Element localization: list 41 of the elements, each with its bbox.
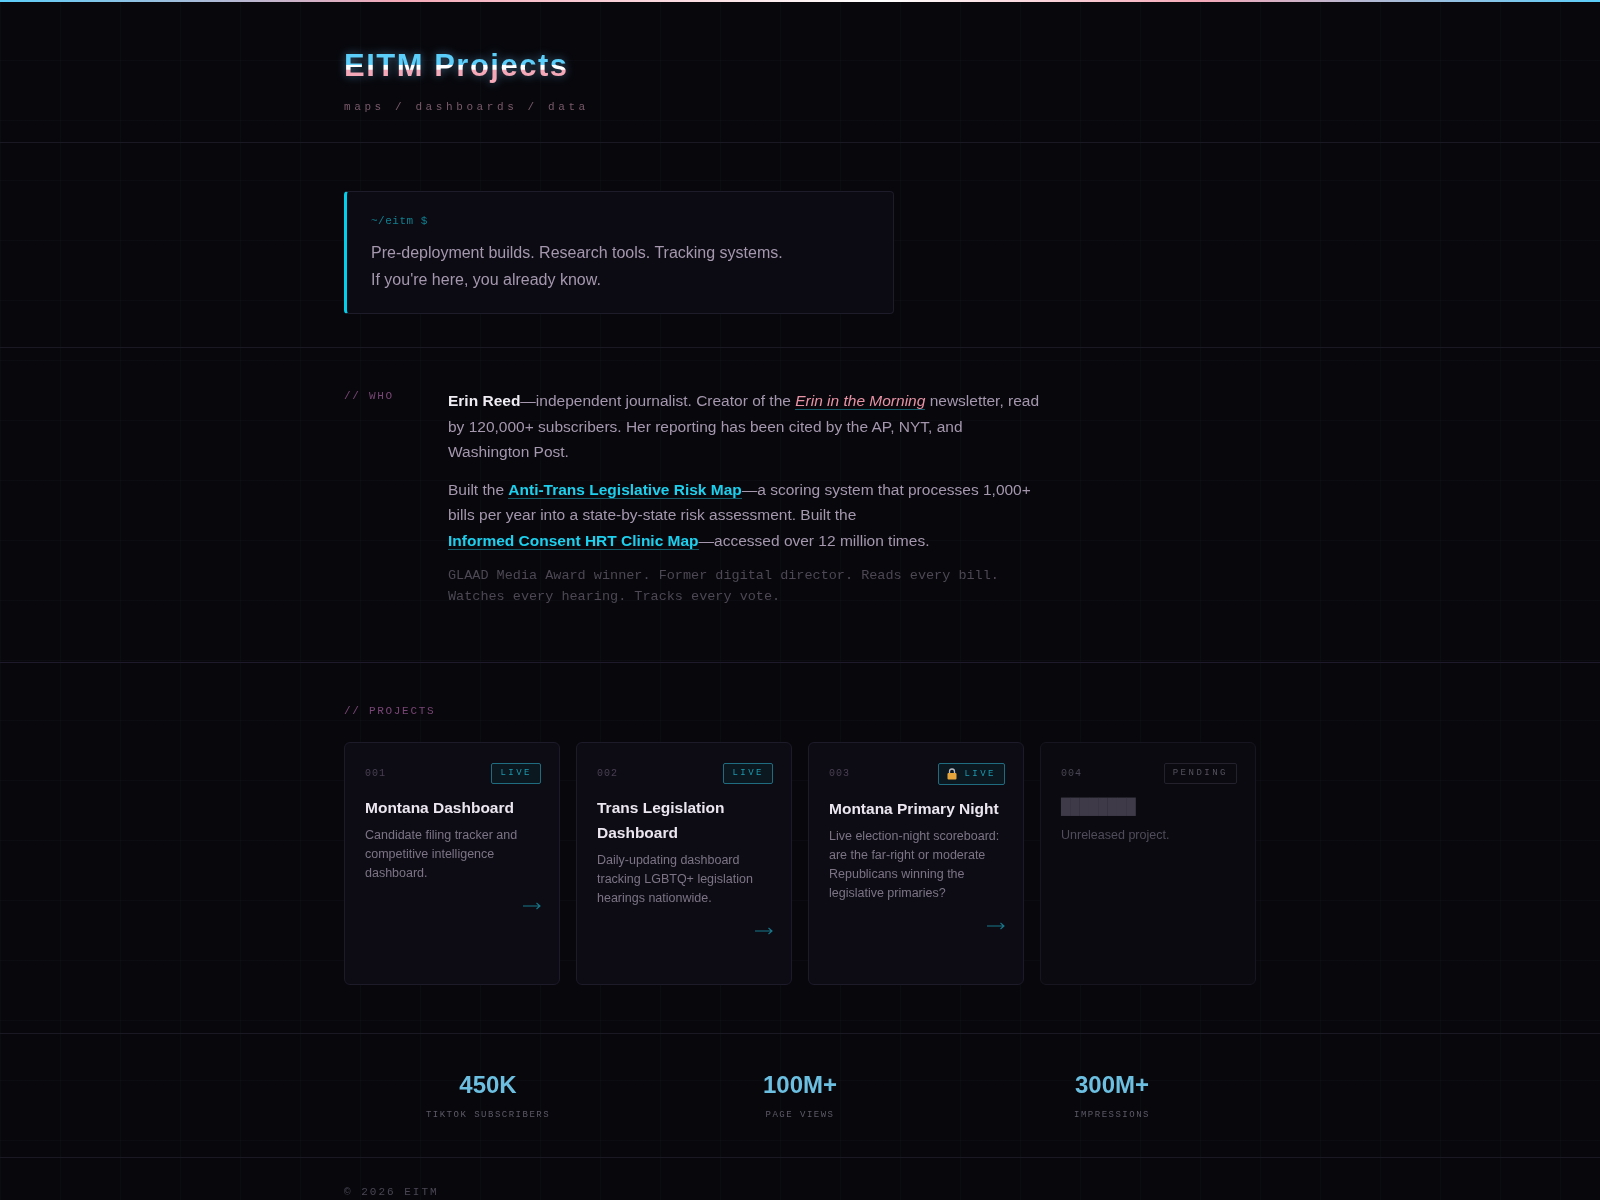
project-number: 004 [1061, 766, 1082, 781]
copyright-text: © 2026 EITM [344, 1185, 439, 1200]
bio-paragraph: Built the Anti-Trans Legislative Risk Map—a scoring system that processes 1,000+ bills per year into a state-by-state risk assessment. Built the Informed Consent HRT Clinic Map—accessed over 12 million times. [448, 479, 1032, 552]
project-description: Candidate filing tracker and competitive intelligence dashboard. [365, 827, 519, 882]
project-card[interactable]: 002 LIVE Trans Legislation Dashboard Daily-updating dashboard tracking LGBTQ+ legislation hearings nationwide. [576, 742, 792, 985]
publication-link[interactable]: Erin in the Morning [795, 392, 926, 410]
status-text: LIVE [732, 768, 764, 779]
bio-note: GLAAD Media Award winner. Former digital director. Reads every bill. Watches every hearing. Tracks every vote. [448, 567, 1000, 606]
bio-paragraph: Erin Reed—independent journalist. Creator of the Erin in the Morning newsletter, read by 120,000+ subscribers. Her reporting has been cited by the AP, NYT, and Washington Post. [448, 391, 1041, 462]
project-number: 003 [829, 767, 850, 781]
project-number: 001 [365, 766, 386, 781]
project-title: Trans Legislation Dashboard [597, 798, 726, 843]
stat-value: 450K [459, 1070, 517, 1099]
intro-text: Pre-deployment builds. Research tools. Tracking systems. [371, 243, 783, 263]
map-link[interactable]: Informed Consent HRT Clinic Map [448, 531, 699, 550]
status-text: LIVE [500, 768, 532, 779]
project-description: Live election-night scoreboard: are the far-right or moderate Republicans winning the legislative primaries? [829, 828, 1001, 902]
status-text: LIVE [964, 768, 996, 780]
map-link[interactable]: Anti-Trans Legislative Risk Map [508, 480, 742, 499]
project-card[interactable]: 003 LIVE Montana Primary Night Live election-night scoreboard: are the far-right or moderate Republicans winning the legislative primaries? [808, 742, 1024, 985]
project-number: 002 [597, 766, 618, 781]
status-text: PENDING [1172, 768, 1228, 779]
stat-label: PAGE VIEWS [765, 1110, 835, 1121]
site-tagline: maps / dashboards / data [344, 100, 589, 115]
project-description: Daily-updating dashboard tracking LGBTQ+ legislation hearings nationwide. [597, 852, 754, 907]
project-title: Montana Dashboard [365, 798, 514, 818]
project-title: Montana Primary Night [829, 799, 999, 819]
terminal-prompt: ~/eitm $ [371, 214, 428, 229]
intro-text: If you're here, you already know. [371, 270, 601, 290]
arrow-right-icon [755, 927, 773, 935]
project-card[interactable]: 001 LIVE Montana Dashboard Candidate filing tracker and competitive intelligence dashboard. [344, 742, 560, 985]
redacted-title: ████████ [1061, 796, 1136, 818]
section-label: // WHO [344, 389, 394, 404]
project-description: Unreleased project. [1061, 827, 1170, 844]
stat-value: 100M+ [762, 1070, 838, 1099]
stat-label: TIKTOK SUBSCRIBERS [425, 1110, 551, 1121]
arrow-right-icon [987, 922, 1005, 930]
section-label: // PROJECTS [344, 704, 436, 719]
stat-value: 300M+ [1074, 1070, 1150, 1099]
stat-label: IMPRESSIONS [1074, 1110, 1150, 1121]
arrow-right-icon [523, 902, 541, 910]
